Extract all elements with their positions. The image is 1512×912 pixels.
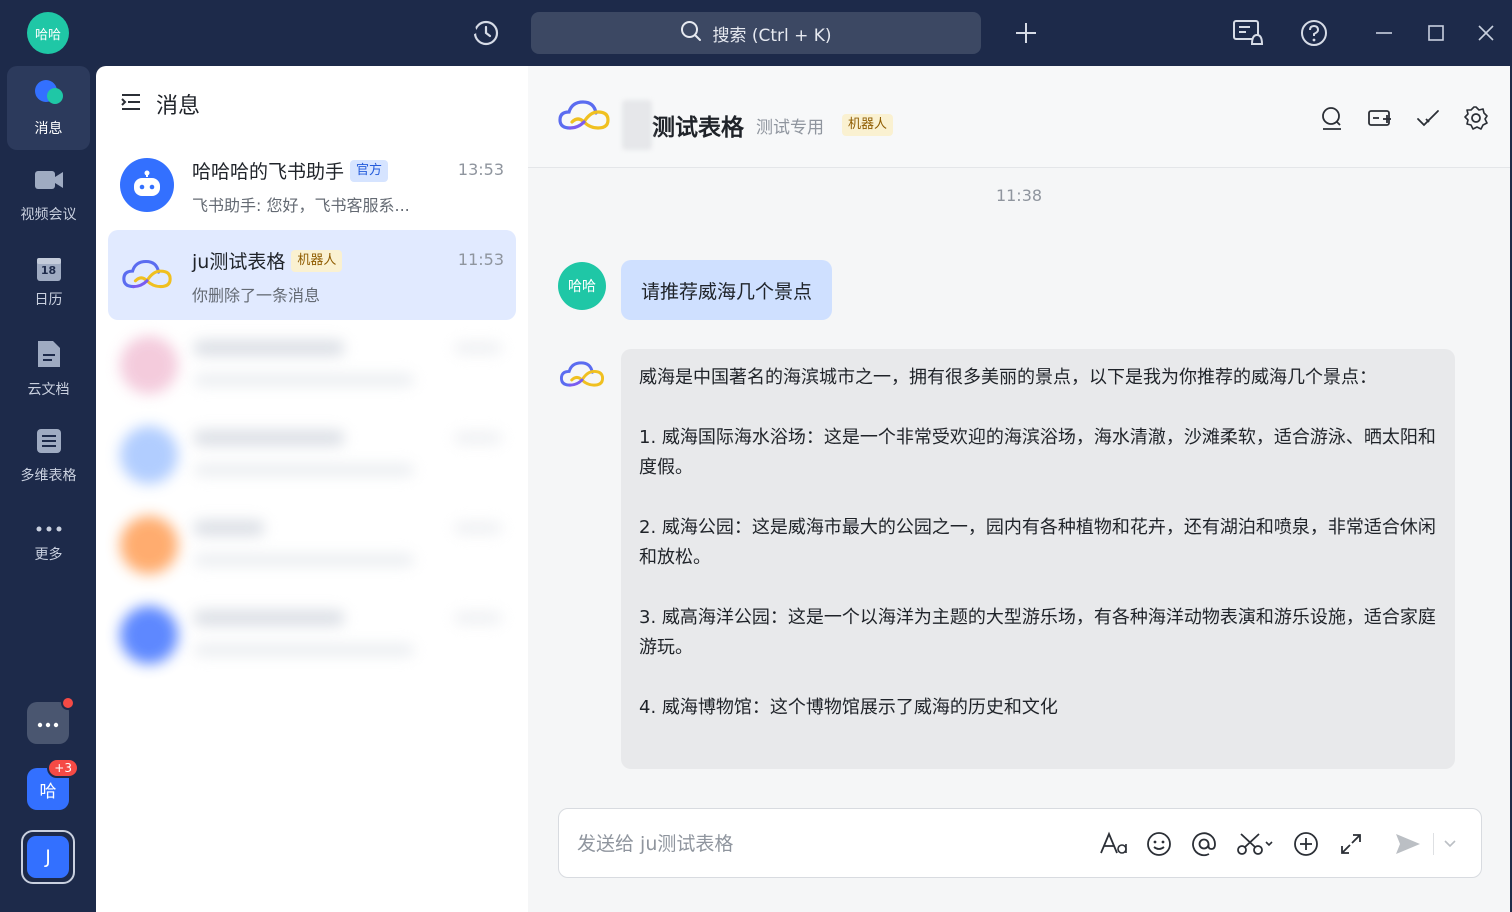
calendar-day: 18: [40, 264, 57, 277]
blurred-conversation[interactable]: [108, 412, 516, 500]
search-placeholder: 搜索 (Ctrl + K): [712, 25, 832, 46]
chat-header: 测试表格 测试专用 机器人: [528, 66, 1510, 168]
search-bar[interactable]: 搜索 (Ctrl + K): [531, 12, 981, 54]
add-tab-icon[interactable]: [1366, 104, 1394, 132]
conversation-time: 11:53: [457, 250, 504, 269]
bot-message-paragraph: 威海是中国著名的海滨城市之一，拥有很多美丽的景点，以下是我为你推荐的威海几个景点…: [639, 367, 1377, 388]
account-avatar: J: [27, 836, 69, 878]
search-chat-icon[interactable]: [1318, 104, 1346, 132]
add-icon[interactable]: [1010, 15, 1042, 51]
search-icon: [680, 20, 702, 47]
account-switcher[interactable]: J: [21, 830, 75, 884]
org-unread-badge: +3: [47, 758, 79, 778]
nav-item-video-meeting[interactable]: 视频会议: [7, 153, 90, 237]
cloud-bot-avatar: [120, 248, 174, 302]
app-shortcut-more[interactable]: [27, 696, 75, 744]
notification-center-icon[interactable]: [1232, 15, 1264, 51]
sender-avatar[interactable]: 哈哈: [558, 262, 606, 310]
nav-item-messages[interactable]: 消息: [7, 66, 90, 150]
add-attachment-icon[interactable]: [1291, 829, 1321, 859]
mention-icon[interactable]: [1189, 829, 1219, 859]
chat-bot-avatar: [556, 94, 612, 140]
conversation-name: 哈哈哈的飞书助手: [192, 161, 345, 183]
nav-item-docs[interactable]: 云文档: [7, 327, 90, 411]
chat-title[interactable]: 测试表格: [652, 108, 744, 142]
conversation-item[interactable]: 哈哈哈的飞书助手 官方 飞书助手: 您好，飞书客服系... 13:53: [108, 140, 516, 230]
chat-pane: 测试表格 测试专用 机器人 11:38 哈哈 请推荐威海几个景点 威海是中国著名…: [528, 66, 1510, 912]
chat-title-row: 测试表格 测试专用 机器人: [622, 100, 894, 150]
calendar-icon: 18: [35, 255, 63, 283]
assistant-bot-avatar: [120, 158, 174, 212]
bot-tag: 机器人: [291, 249, 343, 272]
redacted-block: [622, 100, 652, 150]
conversation-item-selected[interactable]: ju测试表格 机器人 你删除了一条消息 11:53: [108, 230, 516, 320]
more-icon: [35, 522, 63, 538]
message-icon: [33, 78, 65, 112]
doc-icon: [35, 339, 63, 373]
title-bar: 哈哈 搜索 (Ctrl + K): [0, 0, 1512, 66]
nav-label: 更多: [34, 547, 63, 563]
official-tag: 官方: [350, 159, 389, 182]
send-icon[interactable]: [1393, 829, 1423, 859]
message-composer: [558, 808, 1482, 878]
conversation-time: 13:53: [457, 160, 504, 179]
close-icon[interactable]: [1470, 15, 1502, 51]
base-table-icon: [35, 427, 63, 459]
conversation-name: ju测试表格: [192, 251, 286, 273]
conversation-name-row: ju测试表格 机器人: [192, 247, 343, 274]
user-message-bubble[interactable]: 请推荐威海几个景点: [621, 260, 833, 320]
bot-message-paragraph: 3. 威高海洋公园：这是一个以海洋为主题的大型游乐场，有各种海洋动物表演和游乐设…: [639, 607, 1436, 658]
send-options-chevron-icon[interactable]: [1439, 829, 1461, 859]
bot-message-paragraph: 4. 威海博物馆：这个博物馆展示了威海的历史和文化: [639, 697, 1058, 718]
message-input[interactable]: [577, 827, 1077, 861]
list-header: 消息: [120, 88, 200, 120]
blurred-conversation[interactable]: [108, 592, 516, 680]
nav-item-more[interactable]: 更多: [7, 501, 90, 585]
bot-message-paragraph: 1. 威海国际海水浴场：这是一个非常受欢迎的海滨浴场，海水清澈，沙滩柔软，适合游…: [639, 427, 1436, 478]
profile-avatar[interactable]: 哈哈: [27, 12, 69, 54]
conversation-preview: 飞书助手: 您好，飞书客服系...: [192, 196, 410, 215]
collapse-list-icon[interactable]: [120, 92, 142, 117]
bot-tag: 机器人: [842, 114, 894, 136]
nav-item-base-table[interactable]: 多维表格: [7, 414, 90, 498]
nav-label: 消息: [34, 121, 63, 137]
help-icon[interactable]: [1298, 15, 1330, 51]
conversation-list: 消息 哈哈哈的飞书助手 官方 飞书助手: 您好，飞书客服系... 13:53 j…: [96, 66, 528, 912]
organization-switcher[interactable]: 哈 +3: [27, 758, 79, 810]
maximize-icon[interactable]: [1420, 15, 1452, 51]
blurred-conversation[interactable]: [108, 322, 516, 410]
bot-message-avatar[interactable]: [558, 350, 606, 398]
bot-message-paragraph: 2. 威海公园：这是威海市最大的公园之一，园内有各种植物和花卉，还有湖泊和喷泉，…: [639, 517, 1436, 568]
screenshot-scissors-icon[interactable]: [1234, 829, 1278, 859]
nav-label: 日历: [34, 292, 63, 308]
time-separator: 11:38: [995, 186, 1043, 205]
org-avatar-text: 哈: [39, 781, 57, 802]
list-title: 消息: [156, 94, 201, 119]
conversation-name-row: 哈哈哈的飞书助手 官方: [192, 157, 389, 184]
nav-label: 视频会议: [20, 207, 77, 223]
composer-divider: [1433, 833, 1434, 855]
notification-dot: [61, 696, 75, 710]
settings-icon[interactable]: [1462, 104, 1490, 132]
more-apps-icon: [36, 714, 60, 733]
done-icon[interactable]: [1414, 104, 1442, 132]
text-format-icon[interactable]: [1099, 829, 1129, 859]
history-icon[interactable]: [470, 15, 502, 51]
nav-item-calendar[interactable]: 18 日历: [7, 240, 90, 324]
nav-label: 云文档: [27, 382, 70, 398]
chat-description: 测试专用: [756, 117, 824, 138]
nav-label: 多维表格: [20, 468, 77, 484]
blurred-conversation[interactable]: [108, 502, 516, 590]
conversation-preview: 你删除了一条消息: [192, 286, 321, 305]
video-icon: [33, 166, 65, 198]
app-sidebar: 消息 视频会议 18 日历 云文档 多维表格 更多 哈 +3 J: [0, 66, 96, 912]
emoji-icon[interactable]: [1144, 829, 1174, 859]
bot-message-bubble[interactable]: 威海是中国著名的海滨城市之一，拥有很多美丽的景点，以下是我为你推荐的威海几个景点…: [621, 349, 1455, 769]
expand-editor-icon[interactable]: [1336, 829, 1366, 859]
minimize-icon[interactable]: [1368, 15, 1400, 51]
